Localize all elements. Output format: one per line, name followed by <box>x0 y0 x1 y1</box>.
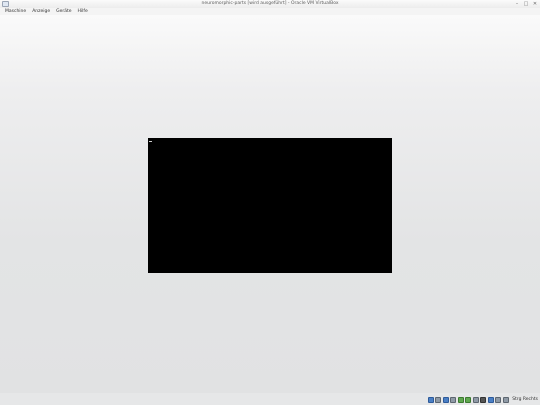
mouse-integration-icon[interactable] <box>487 396 494 403</box>
window-controls: – □ ✕ <box>514 1 538 7</box>
menu-geraete[interactable]: Geräte <box>53 8 74 15</box>
maximize-icon[interactable]: □ <box>523 1 529 7</box>
menu-maschine[interactable]: Maschine <box>2 8 29 15</box>
minimize-icon[interactable]: – <box>514 1 520 7</box>
menu-hilfe[interactable]: Hilfe <box>75 8 91 15</box>
shared-folders-icon[interactable] <box>450 396 457 403</box>
usb-icon[interactable] <box>442 396 449 403</box>
vm-guest-screen[interactable] <box>148 138 392 273</box>
host-key-label: Strg Rechts <box>512 397 538 402</box>
keyboard-capture-icon[interactable] <box>495 396 502 403</box>
menu-anzeige[interactable]: Anzeige <box>29 8 53 15</box>
usb-device-icon[interactable] <box>472 396 479 403</box>
console-cursor <box>149 141 152 142</box>
close-icon[interactable]: ✕ <box>532 1 538 7</box>
window-title: neuromorphic-parts [wird ausgeführt] - O… <box>201 1 339 6</box>
title-bar[interactable]: neuromorphic-parts [wird ausgeführt] - O… <box>0 0 540 8</box>
optical-drive-icon[interactable] <box>435 396 442 403</box>
status-icons: Strg Rechts <box>427 396 538 403</box>
display-icon[interactable] <box>480 396 487 403</box>
status-bar: Strg Rechts <box>0 393 540 405</box>
network-icon[interactable] <box>465 396 472 403</box>
hard-disk-icon[interactable] <box>427 396 434 403</box>
menu-bar: Maschine Anzeige Geräte Hilfe <box>0 8 540 15</box>
arrow-down-icon[interactable] <box>502 396 509 403</box>
network-icon[interactable] <box>457 396 464 403</box>
